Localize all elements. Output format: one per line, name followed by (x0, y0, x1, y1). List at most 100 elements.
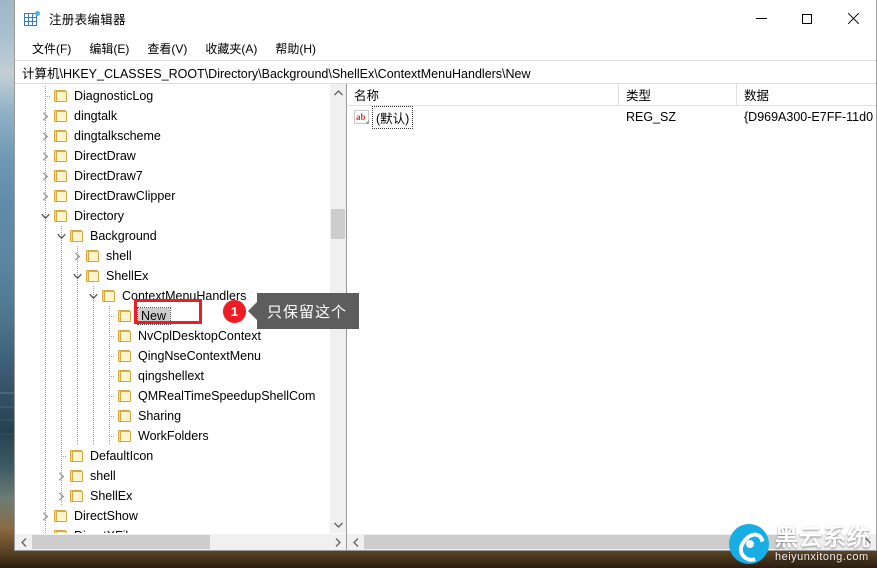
list-horizontal-scrollbar[interactable] (347, 533, 876, 550)
column-header-data[interactable]: 数据 (737, 84, 876, 105)
tree-scroll-thumb[interactable] (331, 209, 345, 239)
tree-node[interactable]: ShellEx (15, 486, 329, 506)
tree-node-label: DirectDraw7 (74, 169, 143, 183)
tree-hscroll-track[interactable] (32, 534, 329, 550)
folder-icon (53, 509, 69, 523)
folder-icon (53, 189, 69, 203)
tree-node-connector (101, 346, 117, 366)
folder-icon (117, 409, 133, 423)
folder-icon (117, 389, 133, 403)
tree-node[interactable]: QMRealTimeSpeedupShellCom (15, 386, 329, 406)
close-icon (847, 13, 859, 25)
tree-node[interactable]: dingtalk (15, 106, 329, 126)
column-header-type[interactable]: 类型 (619, 84, 737, 105)
tree-node-label: ShellEx (106, 269, 149, 283)
tree-node-connector (101, 426, 117, 446)
tree-node[interactable]: shell (15, 466, 329, 486)
folder-icon (53, 109, 69, 123)
menu-bar: 文件(F) 编辑(E) 查看(V) 收藏夹(A) 帮助(H) (15, 37, 876, 60)
folder-icon (117, 369, 133, 383)
tree-node[interactable]: dingtalkscheme (15, 126, 329, 146)
tree-node-label: qingshellext (138, 369, 205, 383)
chevron-right-icon[interactable] (69, 246, 85, 266)
list-hscroll-thumb[interactable] (364, 535, 784, 549)
scroll-right-icon[interactable] (329, 534, 346, 550)
menu-edit[interactable]: 编辑(E) (80, 38, 138, 60)
tree-node[interactable]: DirectDraw (15, 146, 329, 166)
scroll-up-icon[interactable] (330, 84, 346, 101)
chevron-down-icon[interactable] (85, 286, 101, 306)
tree-node[interactable]: DiagnosticLog (15, 86, 329, 106)
annotation-callout: 1 只保留这个 (223, 293, 360, 329)
value-type: REG_SZ (626, 110, 677, 124)
value-data: {D969A300-E7FF-11d0 (744, 110, 874, 124)
tree-node-connector (101, 406, 117, 426)
menu-favorites[interactable]: 收藏夹(A) (196, 38, 266, 60)
tree-hscroll-thumb[interactable] (32, 535, 210, 549)
menu-help[interactable]: 帮助(H) (266, 38, 325, 60)
folder-icon (117, 429, 133, 443)
folder-icon (101, 289, 117, 303)
chevron-right-icon[interactable] (37, 166, 53, 186)
maximize-button[interactable] (784, 0, 830, 37)
chevron-right-icon[interactable] (37, 126, 53, 146)
tree-node[interactable]: Sharing (15, 406, 329, 426)
tree-node[interactable]: DirectDraw7 (15, 166, 329, 186)
chevron-right-icon[interactable] (53, 486, 69, 506)
tree-node-connector (37, 86, 53, 106)
tree-node-label: Background (90, 229, 157, 243)
chevron-right-icon[interactable] (37, 186, 53, 206)
scroll-left-icon[interactable] (15, 534, 32, 550)
value-name-cell[interactable]: ab (默认) (347, 106, 619, 129)
tree-node[interactable]: DefaultIcon (15, 446, 329, 466)
tree-node[interactable]: DirectShow (15, 506, 329, 526)
chevron-right-icon[interactable] (37, 526, 53, 533)
folder-icon (117, 329, 133, 343)
chevron-down-icon[interactable] (37, 206, 53, 226)
tree-node[interactable]: ShellEx (15, 266, 329, 286)
tree-node[interactable]: Background (15, 226, 329, 246)
tree-node-label: DiagnosticLog (74, 89, 154, 103)
chevron-right-icon[interactable] (37, 506, 53, 526)
value-name: (默认) (371, 106, 414, 129)
list-scroll-right-icon[interactable] (859, 534, 876, 550)
tree-node[interactable]: DirectXFile (15, 526, 329, 533)
tree-node[interactable]: qingshellext (15, 366, 329, 386)
tree-node-connector (101, 326, 117, 346)
tree-node-label: shell (106, 249, 132, 263)
tree-node[interactable]: WorkFolders (15, 426, 329, 446)
tree-node[interactable]: shell (15, 246, 329, 266)
tree-node[interactable]: DirectDrawClipper (15, 186, 329, 206)
tree-node[interactable]: QingNseContextMenu (15, 346, 329, 366)
chevron-down-icon[interactable] (53, 226, 69, 246)
folder-icon (117, 309, 133, 323)
minimize-button[interactable] (738, 0, 784, 37)
tree-node-label: QingNseContextMenu (138, 349, 261, 363)
values-list[interactable]: ab (默认) REG_SZ {D969A300-E7FF-11d0 (347, 106, 876, 533)
chevron-right-icon[interactable] (37, 146, 53, 166)
tree-horizontal-scrollbar[interactable] (15, 533, 346, 550)
list-scroll-left-icon[interactable] (347, 534, 364, 550)
menu-file[interactable]: 文件(F) (23, 38, 80, 60)
scroll-down-icon[interactable] (330, 516, 346, 533)
chevron-down-icon[interactable] (69, 266, 85, 286)
folder-icon (53, 149, 69, 163)
tree-node-label: QMRealTimeSpeedupShellCom (138, 389, 316, 403)
tree-node-connector (101, 306, 117, 326)
menu-view[interactable]: 查看(V) (138, 38, 196, 60)
list-hscroll-track[interactable] (364, 534, 859, 550)
folder-icon (69, 229, 85, 243)
tree-node-label: NvCplDesktopContext (138, 329, 261, 343)
chevron-right-icon[interactable] (37, 106, 53, 126)
tree-node-label: DirectShow (74, 509, 138, 523)
chevron-right-icon[interactable] (53, 466, 69, 486)
address-bar[interactable]: 计算机\HKEY_CLASSES_ROOT\Directory\Backgrou… (15, 60, 876, 84)
main-content: DiagnosticLog dingtalk dingtalkscheme Direc… (15, 84, 876, 550)
folder-icon (53, 169, 69, 183)
tree-node[interactable]: NvCplDesktopContext (15, 326, 329, 346)
close-button[interactable] (830, 0, 876, 37)
title-bar[interactable]: 注册表编辑器 (15, 0, 876, 37)
table-row[interactable]: ab (默认) REG_SZ {D969A300-E7FF-11d0 (347, 106, 876, 129)
column-header-name[interactable]: 名称 (347, 84, 619, 105)
tree-node[interactable]: Directory (15, 206, 329, 226)
